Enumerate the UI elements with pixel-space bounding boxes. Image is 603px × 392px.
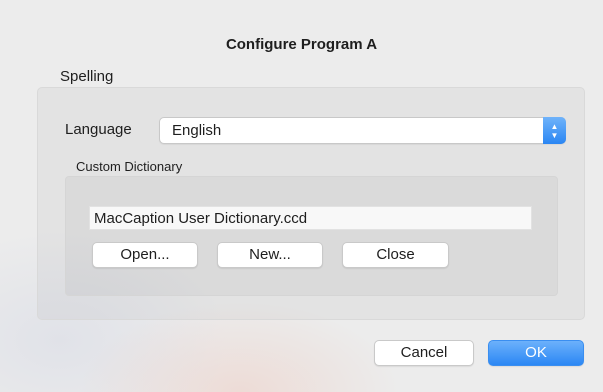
custom-dictionary-box — [65, 176, 558, 296]
ok-button[interactable]: OK — [488, 340, 584, 366]
dialog-title: Configure Program A — [225, 36, 378, 53]
language-popup[interactable]: English ▲ ▼ — [159, 117, 566, 144]
close-dictionary-button[interactable]: Close — [342, 242, 449, 268]
spelling-group-title: Spelling — [60, 68, 114, 85]
language-label: Language — [65, 121, 132, 138]
language-popup-value: English — [172, 122, 222, 139]
dictionary-file-name: MacCaption User Dictionary.ccd — [94, 210, 308, 227]
up-down-chevron-icon: ▲ ▼ — [543, 117, 566, 144]
open-button[interactable]: Open... — [92, 242, 198, 268]
dictionary-file-field: MacCaption User Dictionary.ccd — [89, 206, 532, 230]
cancel-button[interactable]: Cancel — [374, 340, 474, 366]
new-button[interactable]: New... — [217, 242, 323, 268]
custom-dictionary-title: Custom Dictionary — [76, 159, 183, 174]
